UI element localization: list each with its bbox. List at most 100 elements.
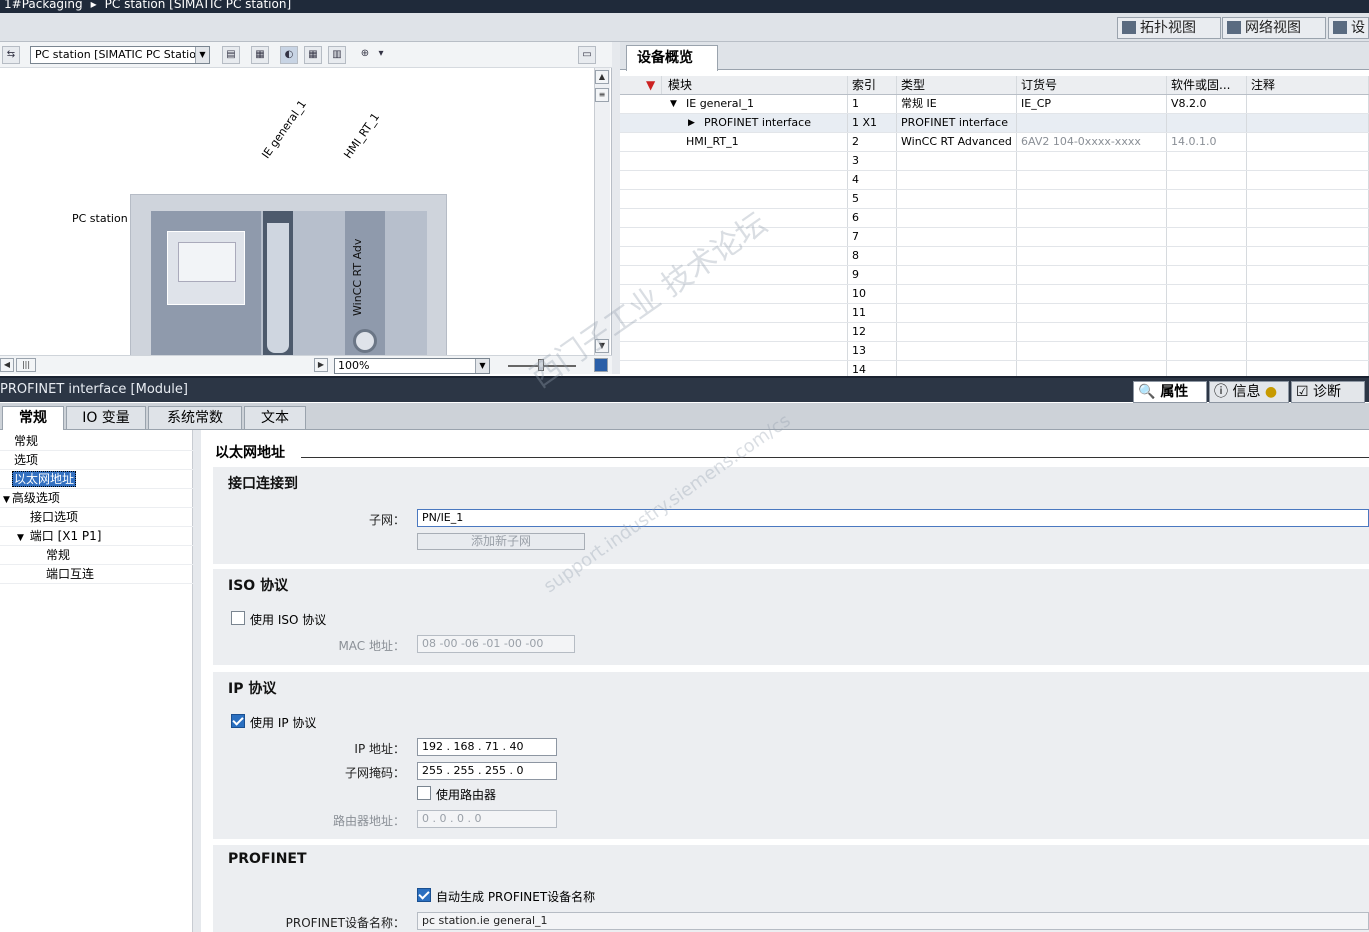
- tab-properties[interactable]: 🔍 属性: [1133, 381, 1207, 403]
- navigation-icon[interactable]: [594, 358, 608, 372]
- cell-comment[interactable]: [1247, 304, 1369, 322]
- add-new-subnet-button[interactable]: 添加新子网: [417, 533, 585, 550]
- column-header-1[interactable]: 索引: [848, 76, 897, 94]
- column-header-5[interactable]: 注释: [1247, 76, 1369, 94]
- cell-comment[interactable]: [1247, 228, 1369, 246]
- cell-comment[interactable]: [1247, 152, 1369, 170]
- auto-name-checkbox[interactable]: [417, 888, 431, 902]
- nav-ethernet-address[interactable]: 以太网地址: [0, 470, 193, 489]
- device-list-icon[interactable]: ▤: [222, 46, 240, 64]
- table-row[interactable]: 11: [620, 304, 1369, 323]
- table-row[interactable]: 4: [620, 171, 1369, 190]
- tab-network-view[interactable]: 网络视图: [1222, 17, 1326, 39]
- network-connect-icon[interactable]: ⇆: [2, 46, 20, 64]
- table-row[interactable]: 13: [620, 342, 1369, 361]
- topology-icon: [1122, 21, 1136, 34]
- collapse-arrow-icon[interactable]: ▼: [666, 95, 680, 113]
- filter-icon[interactable]: ▼: [642, 76, 662, 94]
- tab-io-tags[interactable]: IO 变量: [66, 406, 146, 430]
- table-row[interactable]: 6: [620, 209, 1369, 228]
- cell-comment[interactable]: [1247, 342, 1369, 360]
- breadcrumb-project[interactable]: 1#Packaging: [4, 0, 83, 11]
- nav-advanced-options[interactable]: ▼ 高级选项: [0, 489, 193, 508]
- column-header-2[interactable]: 类型: [897, 76, 1017, 94]
- editor-splitter[interactable]: [612, 42, 620, 374]
- scroll-right-icon[interactable]: ▶: [314, 358, 328, 372]
- table-row[interactable]: 9: [620, 266, 1369, 285]
- breadcrumb-station[interactable]: PC station [SIMATIC PC station]: [105, 0, 291, 11]
- zoom-select[interactable]: 100% ▼: [334, 358, 490, 374]
- hmi-rt-module[interactable]: WinCC RT Adv: [345, 211, 385, 355]
- table-row[interactable]: 3: [620, 152, 1369, 171]
- cell-comment[interactable]: [1247, 323, 1369, 341]
- nav-port-general[interactable]: 常规: [0, 546, 193, 565]
- cell-comment[interactable]: [1247, 266, 1369, 284]
- scroll-thumb[interactable]: ≡: [595, 88, 609, 102]
- table-row[interactable]: HMI_RT_1 2 WinCC RT Advanced 6AV2 104-0xxxx…: [620, 133, 1369, 152]
- nav-general[interactable]: 常规: [0, 432, 193, 451]
- cell-comment[interactable]: [1247, 95, 1369, 113]
- scroll-down-icon[interactable]: ▼: [595, 339, 609, 353]
- nav-interface-options[interactable]: 接口选项: [0, 508, 193, 527]
- cell-comment[interactable]: [1247, 190, 1369, 208]
- properties-icon: 🔍: [1138, 384, 1156, 400]
- cell-comment[interactable]: [1247, 133, 1369, 151]
- nav-port[interactable]: ▼ 端口 [X1 P1]: [0, 527, 193, 546]
- pc-rack[interactable]: WinCC RT Adv: [130, 194, 447, 355]
- zoom-dropdown-icon[interactable]: ▾: [372, 46, 390, 64]
- scroll-left-icon[interactable]: ◀: [0, 358, 14, 372]
- nav-splitter[interactable]: [193, 430, 201, 932]
- cell-comment[interactable]: [1247, 171, 1369, 189]
- expand-arrow-icon[interactable]: ▶: [684, 114, 698, 132]
- vertical-scrollbar[interactable]: ▲ ≡ ▼: [594, 68, 610, 355]
- mac-address-field[interactable]: 08 -00 -06 -01 -00 -00: [417, 635, 575, 653]
- table-row[interactable]: PROFINET interface 1 X1 PROFINET interface…: [620, 114, 1369, 133]
- subnet-select[interactable]: PN/IE_1: [417, 509, 1369, 527]
- cell-type: [897, 323, 1017, 341]
- table-row[interactable]: 7: [620, 228, 1369, 247]
- tab-info[interactable]: ⓘ 信息 ●: [1209, 381, 1289, 403]
- cell-comment[interactable]: [1247, 247, 1369, 265]
- tab-diagnostics[interactable]: ☑ 诊断: [1291, 381, 1365, 403]
- device-canvas[interactable]: IE general_1 HMI_RT_1 PC station WinCC R…: [0, 68, 592, 355]
- tab-device-view[interactable]: 设: [1328, 17, 1369, 39]
- use-ip-checkbox[interactable]: [231, 714, 245, 728]
- grid-icon[interactable]: ▦: [304, 46, 322, 64]
- subnet-mask-field[interactable]: 255 . 255 . 255 . 0: [417, 762, 557, 780]
- column-header-4[interactable]: 软件或固...: [1167, 76, 1247, 94]
- table-row[interactable]: 8: [620, 247, 1369, 266]
- cell-comment[interactable]: [1247, 285, 1369, 303]
- pointer-tool-icon[interactable]: ◐: [280, 46, 298, 64]
- table-row[interactable]: 12: [620, 323, 1369, 342]
- pc-station-module[interactable]: [151, 211, 261, 355]
- table-row[interactable]: IE general_1 1 常规 IE IE_CP V8.2.0 ▼: [620, 95, 1369, 114]
- table-row[interactable]: 5: [620, 190, 1369, 209]
- zoom-slider-thumb[interactable]: [538, 359, 544, 371]
- tab-topology-view[interactable]: 拓扑视图: [1117, 17, 1221, 39]
- profinet-name-field[interactable]: pc station.ie general_1: [417, 912, 1369, 930]
- table-row[interactable]: 10: [620, 285, 1369, 304]
- nav-options[interactable]: 选项: [0, 451, 193, 470]
- use-iso-checkbox[interactable]: [231, 611, 245, 625]
- column-header-3[interactable]: 订货号: [1017, 76, 1167, 94]
- column-header-0[interactable]: 模块: [664, 76, 848, 94]
- nav-port-interconnection[interactable]: 端口互连: [0, 565, 193, 584]
- cell-type: [897, 190, 1017, 208]
- horizontal-scroll-thumb[interactable]: |||: [16, 358, 36, 372]
- cell-type: [897, 304, 1017, 322]
- tab-device-overview[interactable]: 设备概览: [626, 45, 718, 71]
- overview-toggle-icon[interactable]: ▭: [578, 46, 596, 64]
- tab-general[interactable]: 常规: [2, 406, 64, 430]
- device-select[interactable]: PC station [SIMATIC PC Station] ▼: [30, 46, 210, 64]
- ip-address-field[interactable]: 192 . 168 . 71 . 40: [417, 738, 557, 756]
- router-address-field[interactable]: 0 . 0 . 0 . 0: [417, 810, 557, 828]
- cell-comment[interactable]: [1247, 209, 1369, 227]
- cell-comment[interactable]: [1247, 114, 1369, 132]
- ie-general-module[interactable]: [263, 211, 293, 355]
- tab-system-constants[interactable]: 系统常数: [148, 406, 242, 430]
- page-break-icon[interactable]: ▥: [328, 46, 346, 64]
- show-names-icon[interactable]: ▦: [251, 46, 269, 64]
- scroll-up-icon[interactable]: ▲: [595, 70, 609, 84]
- tab-texts[interactable]: 文本: [244, 406, 306, 430]
- use-router-checkbox[interactable]: [417, 786, 431, 800]
